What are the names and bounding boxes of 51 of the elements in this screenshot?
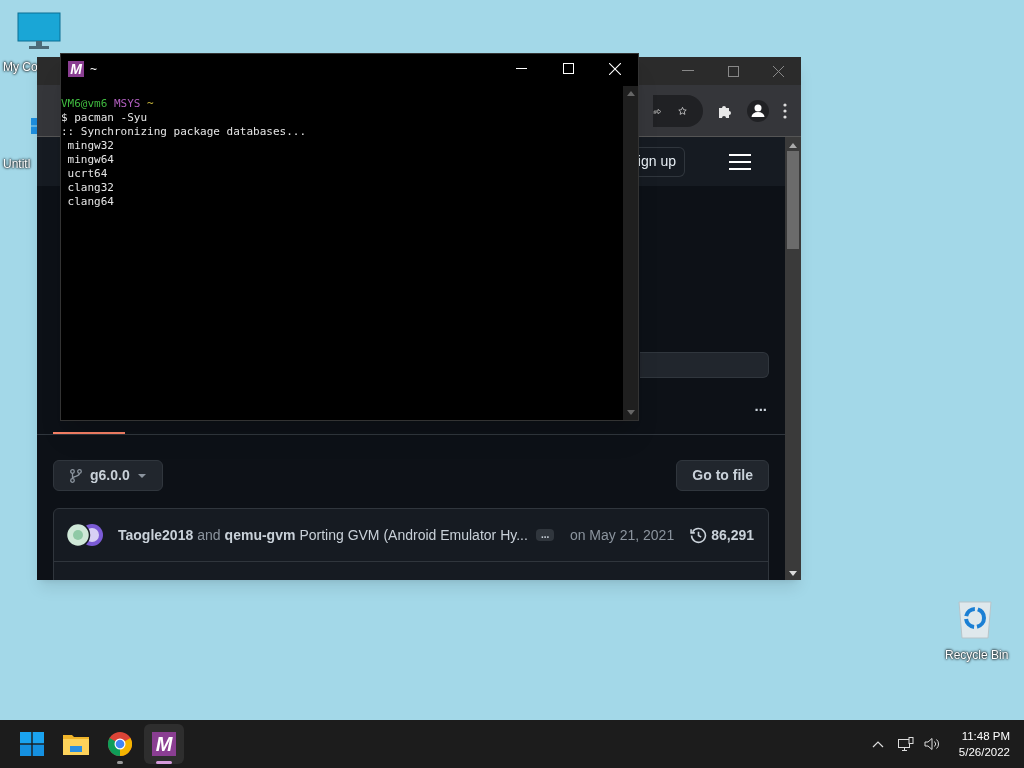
prompt-user: VM6@vm6	[61, 97, 108, 110]
history-icon	[690, 526, 708, 544]
output-line: mingw64	[66, 153, 114, 166]
author-link[interactable]: Taogle2018	[118, 524, 194, 546]
caret-icon	[137, 473, 146, 478]
output-line: :: Synchronizing package databases...	[61, 125, 307, 138]
avatar-icon	[66, 522, 106, 548]
branch-button[interactable]: g6.0.0	[53, 460, 163, 491]
browser-logo-icon	[108, 732, 132, 756]
profile-icon[interactable]	[747, 99, 769, 122]
scroll-down-icon[interactable]	[789, 571, 797, 576]
prompt-path: ~	[147, 97, 154, 110]
input-field[interactable]	[640, 352, 769, 378]
monitor-icon	[17, 12, 61, 52]
scrollbar-thumb[interactable]	[787, 151, 799, 249]
windows-logo-icon	[20, 732, 44, 756]
output-line: ucrt64	[66, 167, 108, 180]
prompt-env: MSYS	[114, 97, 141, 110]
app-logo: M	[68, 60, 84, 77]
expand-message-button[interactable]: ...	[535, 529, 555, 541]
go-to-file-button[interactable]: Go to file	[676, 460, 769, 491]
scroll-up-icon[interactable]	[789, 143, 797, 148]
minimize-icon[interactable]	[516, 67, 527, 70]
more-menu[interactable]: ...	[754, 401, 767, 417]
network-icon[interactable]	[897, 736, 914, 752]
volume-icon[interactable]	[923, 737, 941, 751]
coauthor-link[interactable]: qemu-gvm	[224, 524, 296, 546]
recycle-bin-icon	[957, 600, 993, 640]
commit-date: on May 21, 2021	[569, 525, 675, 545]
commit-joiner-text: and	[197, 525, 221, 545]
clock-date: 5/26/2022	[958, 745, 1010, 760]
menu-icon[interactable]	[729, 152, 751, 171]
chevron-up-icon[interactable]	[871, 740, 884, 748]
app-logo: M	[152, 732, 176, 756]
output-line: mingw32	[66, 139, 114, 152]
command-line: $ pacman -Syu	[61, 111, 148, 124]
clock-time: 11:48 PM	[961, 729, 1010, 744]
branch-icon	[70, 468, 82, 483]
folder-icon	[63, 733, 89, 755]
taskbar-app-button[interactable]: M	[144, 724, 184, 764]
window-title: ~	[90, 60, 97, 78]
kebab-menu-icon[interactable]	[783, 102, 787, 119]
scrollbar[interactable]	[785, 137, 801, 580]
scrollbar[interactable]	[623, 86, 638, 420]
scroll-up-icon[interactable]	[626, 91, 635, 96]
address-bar[interactable]	[653, 94, 703, 127]
commit-message-link[interactable]: Porting GVM (Android Emulator Hy...	[299, 524, 528, 546]
clock[interactable]: 11:48 PM 5/26/2022	[958, 728, 1010, 760]
output-line: clang64	[66, 195, 114, 208]
output-line: clang32	[66, 181, 114, 194]
commit-count[interactable]: 86,291	[711, 524, 754, 546]
